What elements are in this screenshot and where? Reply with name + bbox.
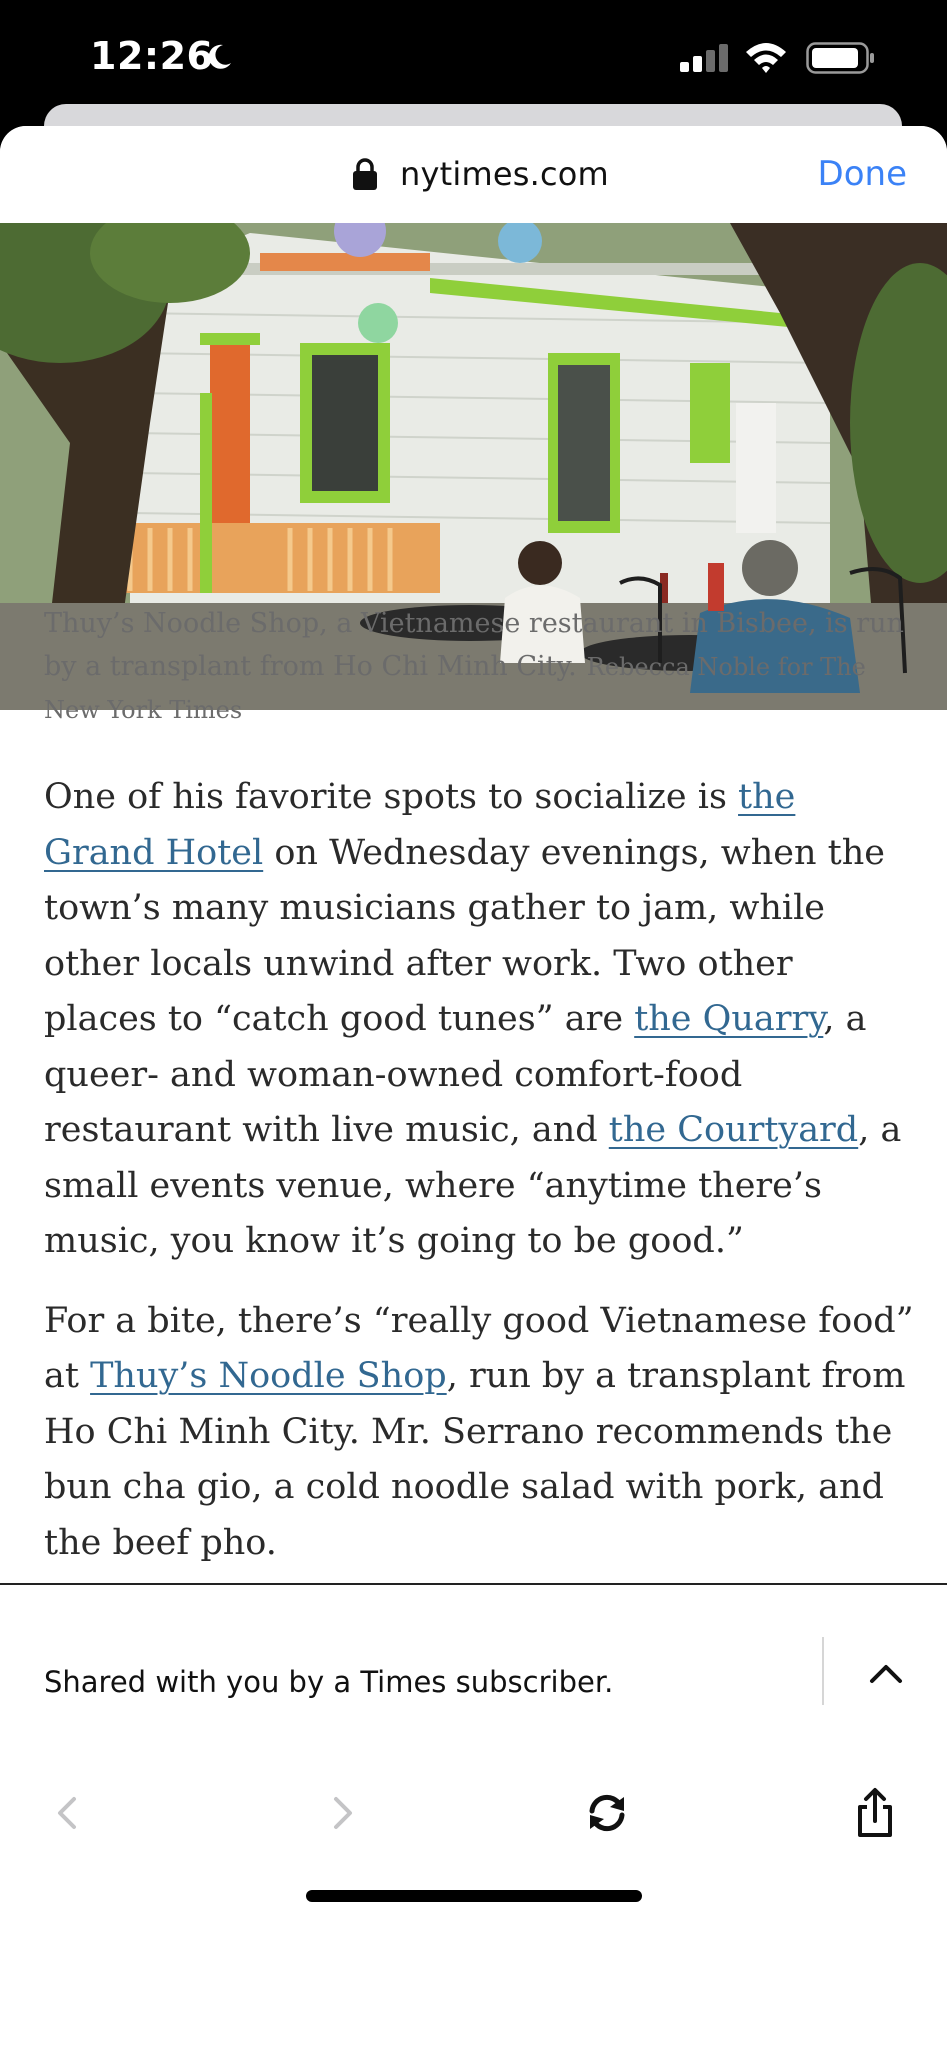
- refresh-icon[interactable]: [582, 1785, 632, 1841]
- chevron-up-icon[interactable]: [866, 1653, 906, 1693]
- done-button[interactable]: Done: [818, 154, 907, 194]
- forward-icon[interactable]: [316, 1785, 366, 1841]
- paragraph-1: One of his favorite spots to socialize i…: [44, 770, 914, 1270]
- status-time: 12:26: [90, 34, 214, 78]
- link-the-courtyard[interactable]: the Courtyard: [609, 1110, 858, 1150]
- home-indicator[interactable]: [306, 1890, 642, 1902]
- link-thuys-noodle-shop[interactable]: Thuy’s Noodle Shop: [90, 1356, 447, 1396]
- paragraph-2: For a bite, there’s “really good Vietnam…: [44, 1294, 914, 1572]
- back-icon[interactable]: [44, 1785, 94, 1841]
- shared-banner[interactable]: Shared with you by a Times subscriber.: [0, 1585, 947, 1765]
- url-text[interactable]: nytimes.com: [400, 155, 609, 193]
- moon-icon: [208, 44, 231, 69]
- signal-icon: [680, 44, 728, 72]
- url-bar: nytimes.com Done: [0, 126, 947, 223]
- link-the-quarry[interactable]: the Quarry: [634, 999, 823, 1039]
- status-bar: 12:26: [0, 0, 947, 112]
- paragraph-text: One of his favorite spots to socialize i…: [44, 777, 739, 817]
- shared-text: Shared with you by a Times subscriber.: [44, 1665, 614, 1699]
- share-icon[interactable]: [850, 1785, 900, 1841]
- banner-separator: [822, 1637, 824, 1705]
- article-body: One of his favorite spots to socialize i…: [44, 770, 914, 1595]
- battery-icon: [806, 42, 874, 74]
- photo-caption: Thuy’s Noodle Shop, a Vietnamese restaur…: [44, 604, 904, 733]
- lock-icon: [353, 158, 377, 190]
- wifi-icon: [746, 43, 786, 73]
